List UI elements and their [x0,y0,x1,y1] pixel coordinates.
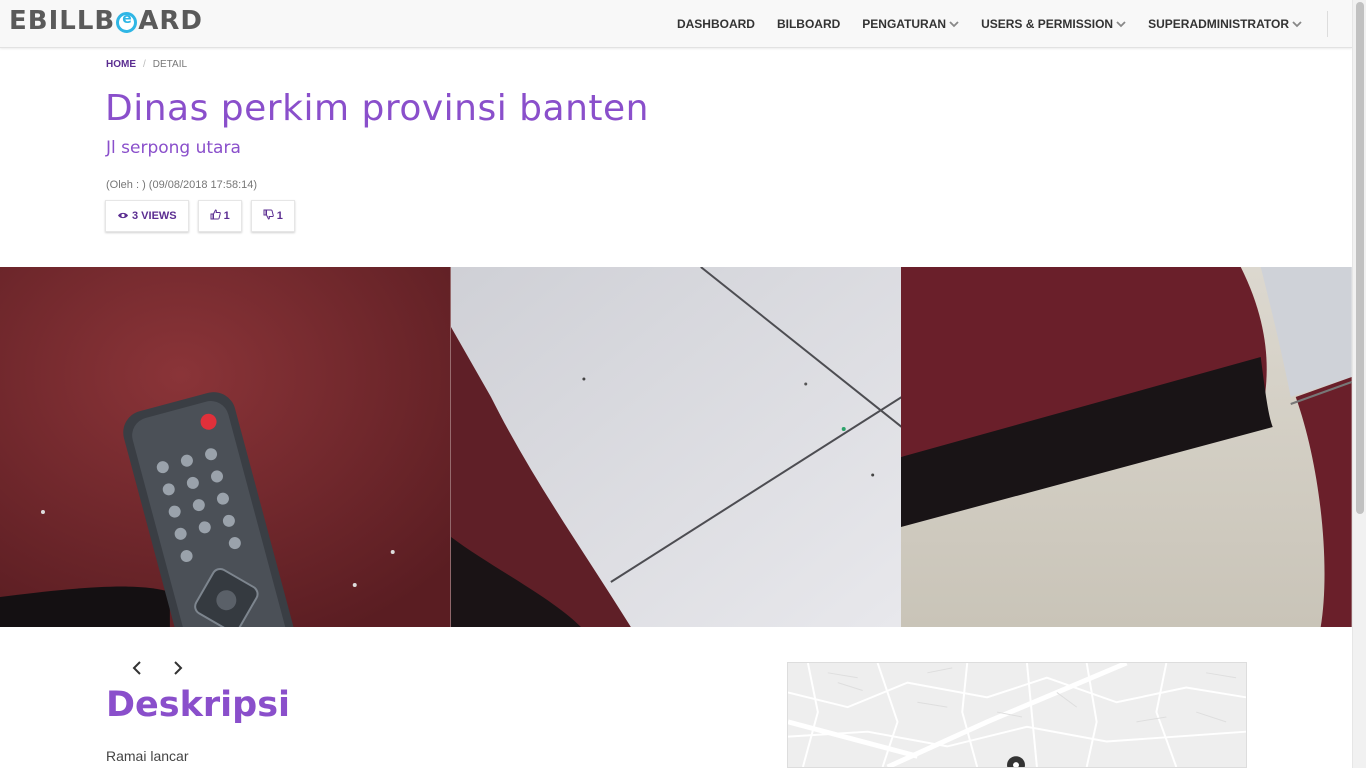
nav-users-permission[interactable]: USERS & PERMISSION [970,17,1137,31]
thumbs-up-icon [210,209,221,223]
brand-logo-icon [116,11,138,33]
carousel-next-button[interactable] [172,658,184,680]
views-button[interactable]: 3 VIEWS [105,200,189,232]
views-count: 3 VIEWS [132,210,177,222]
page-title: Dinas perkim provinsi banten [105,88,649,129]
nav-divider [1327,11,1328,37]
nav-pengaturan[interactable]: PENGATURAN [851,17,970,31]
description-heading: Deskripsi [106,685,291,725]
dislike-button[interactable]: 1 [250,200,295,232]
nav-superadministrator[interactable]: SUPERADMINISTRATOR [1137,17,1313,31]
gallery-photo-3[interactable] [901,267,1353,627]
chevron-down-icon [1116,17,1126,31]
thumbs-down-icon [263,209,274,223]
chevron-down-icon [949,17,959,31]
description-text: Ramai lancar [106,748,189,764]
gallery-photo-2[interactable] [450,267,902,627]
brand-text-right: ARD [138,6,203,36]
breadcrumb-home-link[interactable]: HOME [106,59,136,70]
breadcrumb-separator: / [143,59,146,70]
page-scrollbar[interactable] [1352,0,1366,768]
main-nav: DASHBOARD BILBOARD PENGATURAN USERS & PE… [666,0,1352,48]
gallery-photo-1[interactable] [0,267,451,627]
scrollbar-thumb[interactable] [1356,2,1364,514]
post-meta: (Oleh : ) (09/08/2018 17:58:14) [106,179,258,191]
page-subtitle: Jl serpong utara [106,138,241,158]
brand-text-left: EBILLB [9,6,116,36]
dislikes-count: 1 [276,210,283,222]
likes-count: 1 [223,210,230,222]
breadcrumb-current: DETAIL [152,59,188,70]
breadcrumb: HOME / DETAIL [106,59,187,70]
top-navbar: EBILLB ARD DASHBOARD BILBOARD PENGATURAN … [0,0,1352,48]
like-button[interactable]: 1 [197,200,242,232]
chevron-left-icon [131,656,143,681]
brand-logo[interactable]: EBILLB ARD [9,6,203,36]
stats-bar: 3 VIEWS 1 1 [105,200,304,232]
chevron-right-icon [172,656,184,681]
photo-gallery [0,267,1353,627]
chevron-down-icon [1292,17,1302,31]
location-map[interactable] [787,662,1247,768]
eye-icon [117,209,129,223]
nav-bilboard[interactable]: BILBOARD [766,17,851,31]
nav-dashboard[interactable]: DASHBOARD [666,17,766,31]
carousel-prev-button[interactable] [131,658,143,680]
